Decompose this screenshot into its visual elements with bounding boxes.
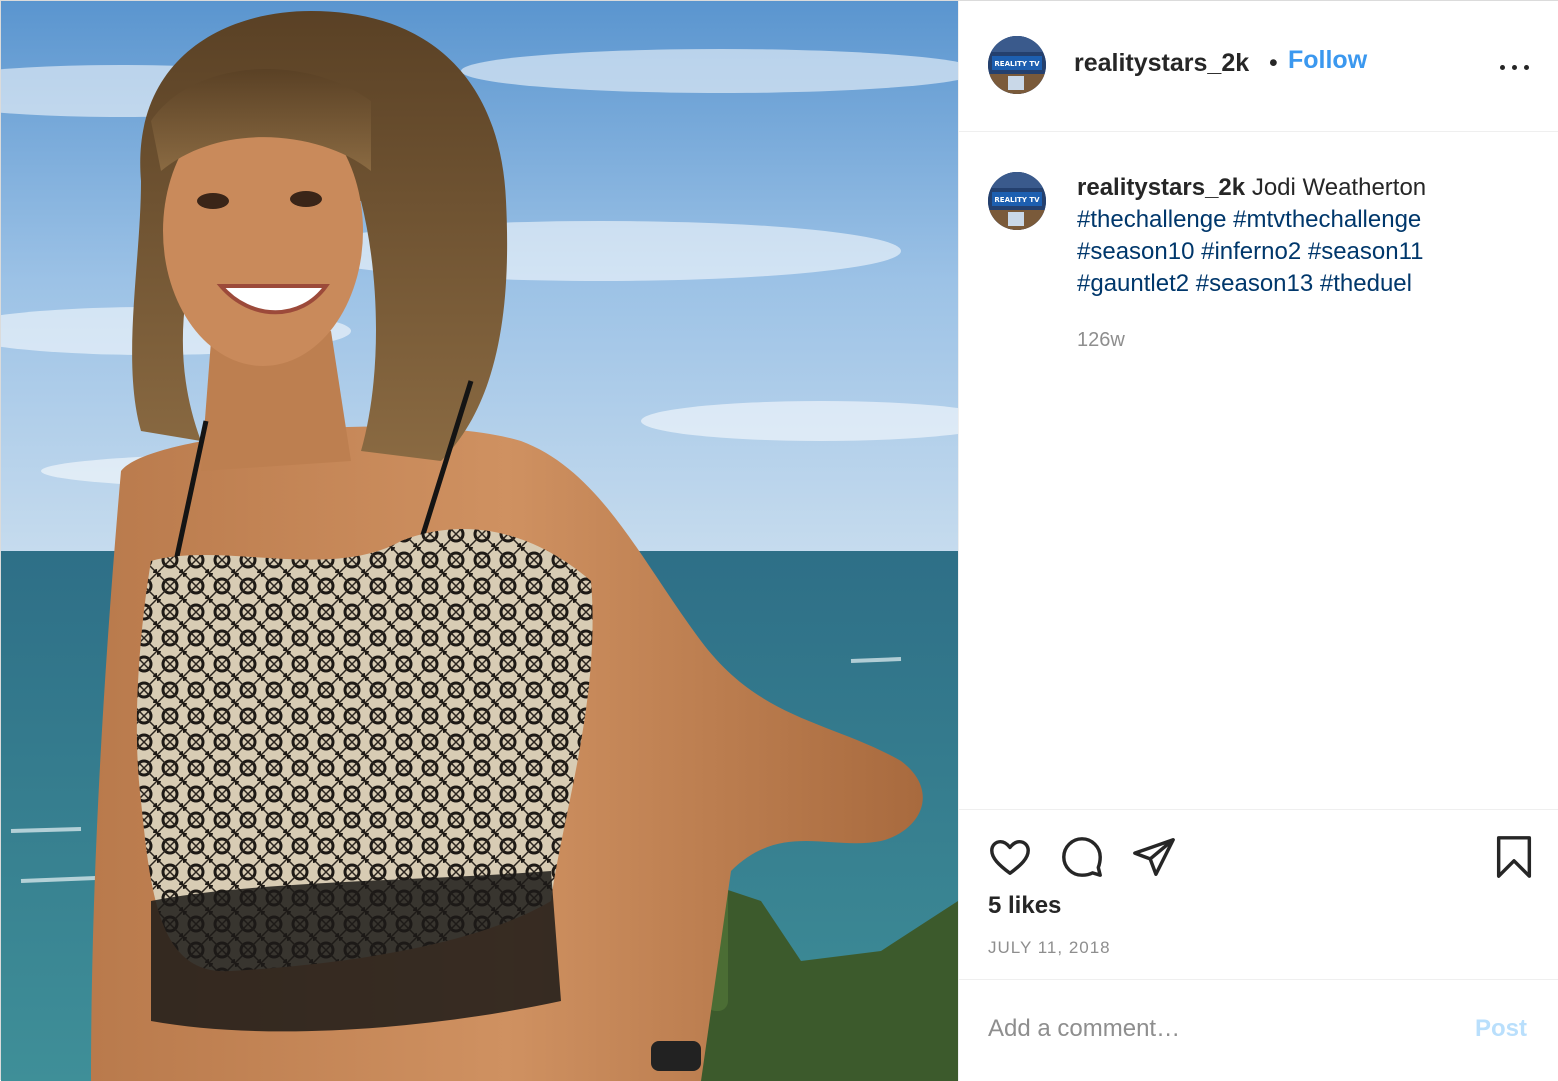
caption-avatar-logo-text: REALITY TV (994, 196, 1040, 204)
action-bar: 5 likes JULY 11, 2018 (959, 809, 1558, 979)
comment-bar: Post (959, 979, 1558, 1081)
separator-dot: • (1269, 49, 1278, 77)
post-details-panel: REALITY TV realitystars_2k • Follow REAL… (958, 1, 1558, 1081)
share-icon[interactable] (1131, 834, 1177, 880)
comment-input[interactable] (988, 1012, 1458, 1046)
bookmark-icon[interactable] (1491, 834, 1537, 880)
follow-button[interactable]: Follow (1288, 46, 1367, 75)
hashtag[interactable]: #mtvthechallenge (1233, 206, 1421, 233)
more-options-icon[interactable] (1500, 57, 1530, 77)
avatar-logo-text: REALITY TV (994, 60, 1040, 68)
hashtag[interactable]: #season10 (1077, 238, 1194, 265)
hashtag[interactable]: #thechallenge (1077, 206, 1226, 233)
post-age[interactable]: 126w (1077, 329, 1125, 352)
hashtag[interactable]: #season13 (1196, 270, 1313, 297)
heart-icon[interactable] (987, 834, 1033, 880)
hashtag[interactable]: #inferno2 (1201, 238, 1301, 265)
likes-count[interactable]: 5 likes (988, 892, 1061, 920)
post-comment-button[interactable]: Post (1475, 1015, 1527, 1043)
hashtag[interactable]: #theduel (1320, 270, 1412, 297)
post-photo[interactable] (1, 1, 958, 1081)
caption-text: realitystars_2k Jodi Weatherton #thechal… (1077, 172, 1517, 300)
caption-body: Jodi Weatherton (1251, 174, 1427, 201)
instagram-post: REALITY TV realitystars_2k • Follow REAL… (0, 0, 1558, 1081)
user-avatar[interactable]: REALITY TV (988, 36, 1046, 94)
post-header: REALITY TV realitystars_2k • Follow (959, 1, 1558, 132)
post-date[interactable]: JULY 11, 2018 (988, 938, 1111, 958)
caption-avatar[interactable]: REALITY TV (988, 172, 1046, 230)
hashtag[interactable]: #gauntlet2 (1077, 270, 1189, 297)
comment-icon[interactable] (1059, 834, 1105, 880)
caption-username[interactable]: realitystars_2k (1077, 174, 1245, 201)
hashtag[interactable]: #season11 (1308, 238, 1424, 265)
post-username[interactable]: realitystars_2k (1074, 49, 1249, 78)
